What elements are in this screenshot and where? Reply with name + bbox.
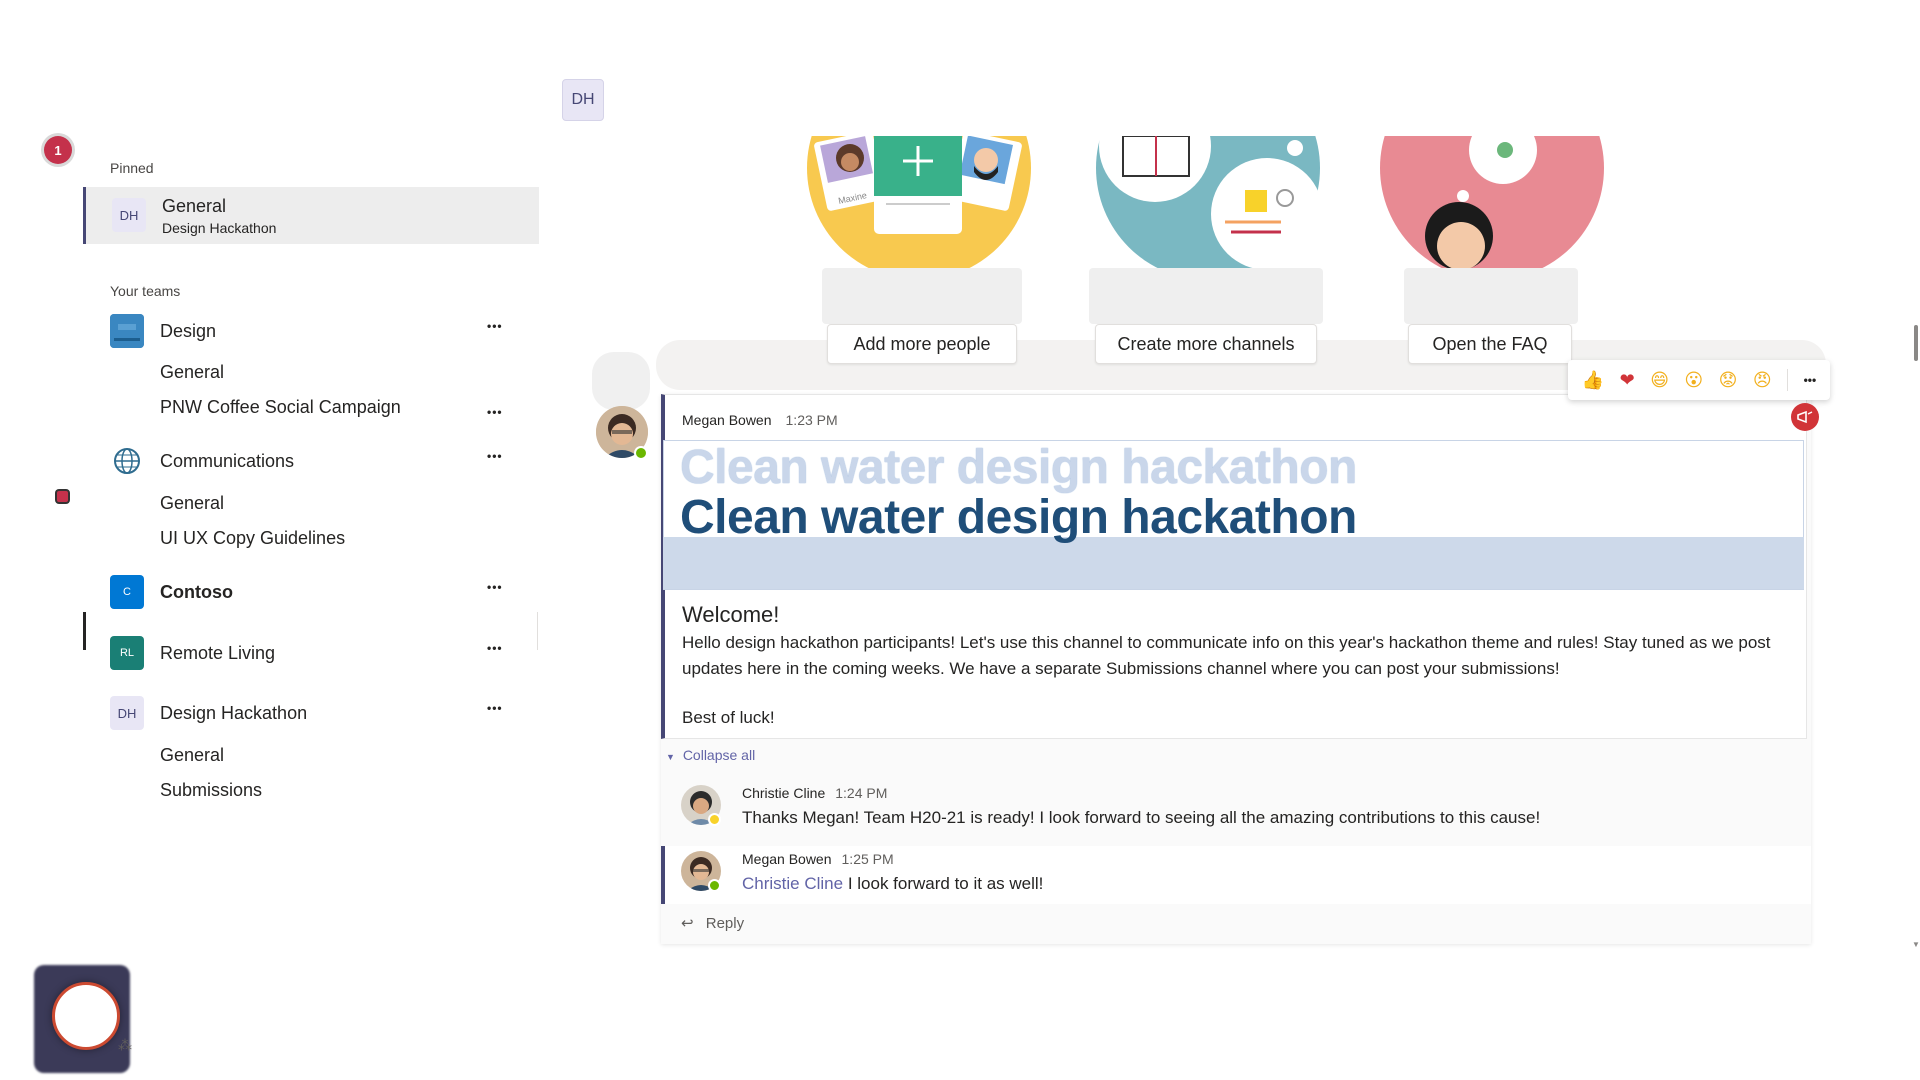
channel-communications-general[interactable]: General: [160, 493, 224, 514]
post-author[interactable]: Megan Bowen: [682, 412, 772, 428]
post-header: Megan Bowen 1:23 PM: [682, 412, 838, 430]
notification-badge[interactable]: 1: [44, 136, 72, 164]
like-icon[interactable]: 👍: [1582, 370, 1604, 391]
apps-icon[interactable]: ⁂: [118, 1037, 132, 1054]
available-status-icon: [634, 446, 648, 460]
author-avatar-placeholder: [592, 352, 650, 410]
card-shadow: [822, 268, 1022, 324]
reply-text: Christie Cline I look forward to it as w…: [742, 874, 1043, 894]
sad-icon[interactable]: 😟: [1719, 370, 1738, 391]
card-shadow: [1089, 268, 1323, 324]
hero-title-echo: Clean water design hackathon: [680, 441, 1357, 494]
channel-pnw-coffee-social[interactable]: PNW Coffee Social Campaign: [160, 397, 401, 418]
add-more-people-button[interactable]: Add more people: [827, 324, 1017, 364]
scrollbar-thumb[interactable]: [1914, 325, 1918, 361]
team-avatar: DH: [112, 198, 146, 232]
surprised-icon[interactable]: 😮: [1684, 370, 1703, 391]
reply-header: Megan Bowen 1:25 PM: [742, 851, 894, 869]
reply-header: Christie Cline 1:24 PM: [742, 785, 887, 803]
announcement-icon: [1791, 403, 1819, 431]
channel-submissions[interactable]: Submissions: [160, 780, 262, 801]
team-contoso[interactable]: C Contoso •••: [110, 575, 520, 611]
team-avatar: RL: [110, 636, 144, 670]
team-more-options-icon[interactable]: •••: [487, 449, 503, 463]
team-more-options-icon[interactable]: •••: [487, 701, 503, 715]
scroll-down-icon[interactable]: ▼: [1912, 940, 1920, 949]
collapse-all-label: Collapse all: [682, 747, 756, 763]
reply-label: Reply: [705, 915, 745, 932]
team-divider: [83, 612, 86, 650]
card-shadow: [1404, 268, 1578, 324]
team-name: Communications: [160, 451, 295, 471]
heart-icon[interactable]: ❤: [1620, 370, 1635, 391]
angry-icon[interactable]: 😠: [1753, 370, 1772, 391]
reply-time: 1:24 PM: [835, 785, 888, 801]
channel-design-general[interactable]: General: [160, 362, 224, 383]
faq-illustration: [1379, 136, 1605, 280]
channels-illustration: [1095, 136, 1321, 280]
open-faq-button[interactable]: Open the FAQ: [1408, 324, 1572, 364]
create-more-channels-button[interactable]: Create more channels: [1095, 324, 1317, 364]
pinned-channel-general[interactable]: DH General Design Hackathon: [83, 187, 539, 244]
laugh-icon[interactable]: 😄: [1650, 370, 1669, 391]
reply-arrow-icon: ↩: [681, 915, 694, 932]
channel-team-avatar[interactable]: DH: [562, 79, 604, 121]
pinned-heading: Pinned: [110, 160, 154, 176]
user-avatar[interactable]: [52, 982, 120, 1050]
team-more-options-icon[interactable]: •••: [487, 319, 503, 333]
available-status-icon: [708, 879, 721, 892]
pinned-channel-title: General: [162, 196, 227, 216]
hero-title: Clean water design hackathon: [680, 491, 1357, 544]
reply-author[interactable]: Christie Cline: [742, 785, 825, 801]
team-name: Contoso: [160, 582, 233, 602]
reply-text: Thanks Megan! Team H20-21 is ready! I lo…: [742, 808, 1541, 827]
reply-button[interactable]: ↩ Reply: [681, 914, 744, 932]
team-design-hackathon[interactable]: DH Design Hackathon •••: [110, 696, 520, 732]
post-signoff: Best of luck!: [682, 708, 775, 727]
channel-more-options-icon[interactable]: •••: [487, 405, 503, 419]
design-team-icon: [110, 314, 144, 348]
collapse-all-button[interactable]: ▼ Collapse all: [666, 747, 755, 763]
globe-icon: [110, 444, 144, 478]
post-time: 1:23 PM: [785, 412, 838, 428]
team-design[interactable]: Design •••: [110, 314, 520, 350]
your-teams-heading: Your teams: [110, 283, 181, 299]
more-options-icon[interactable]: •••: [1804, 373, 1817, 387]
team-avatar: DH: [110, 696, 144, 730]
reaction-bar: 👍 ❤ 😄 😮 😟 😠 •••: [1568, 360, 1830, 400]
channel-ui-ux-copy[interactable]: UI UX Copy Guidelines: [160, 528, 345, 549]
divider: [537, 612, 538, 650]
team-communications[interactable]: Communications •••: [110, 444, 520, 480]
channel-hackathon-general[interactable]: General: [160, 745, 224, 766]
mention-link[interactable]: Christie Cline: [742, 874, 843, 893]
team-remote-living[interactable]: RL Remote Living •••: [110, 636, 520, 672]
away-status-icon: [708, 813, 721, 826]
team-more-options-icon[interactable]: •••: [487, 580, 503, 594]
post-body: Hello design hackathon participants! Let…: [682, 633, 1771, 678]
separator: [1787, 369, 1789, 391]
team-name: Remote Living: [160, 643, 276, 663]
reply-author[interactable]: Megan Bowen: [742, 851, 832, 867]
reply-time: 1:25 PM: [841, 851, 894, 867]
team-more-options-icon[interactable]: •••: [487, 641, 503, 655]
team-name: Design: [160, 321, 217, 341]
chevron-down-icon: ▼: [666, 752, 675, 762]
post-heading: Welcome!: [682, 602, 780, 627]
people-illustration: [806, 136, 1032, 280]
help-icon[interactable]: [36, 986, 56, 1000]
pinned-channel-subtitle: Design Hackathon: [162, 220, 277, 236]
team-avatar: C: [110, 575, 144, 609]
team-name: Design Hackathon: [160, 703, 308, 723]
recording-indicator-icon: [57, 491, 68, 502]
reply-body: I look forward to it as well!: [843, 874, 1044, 893]
